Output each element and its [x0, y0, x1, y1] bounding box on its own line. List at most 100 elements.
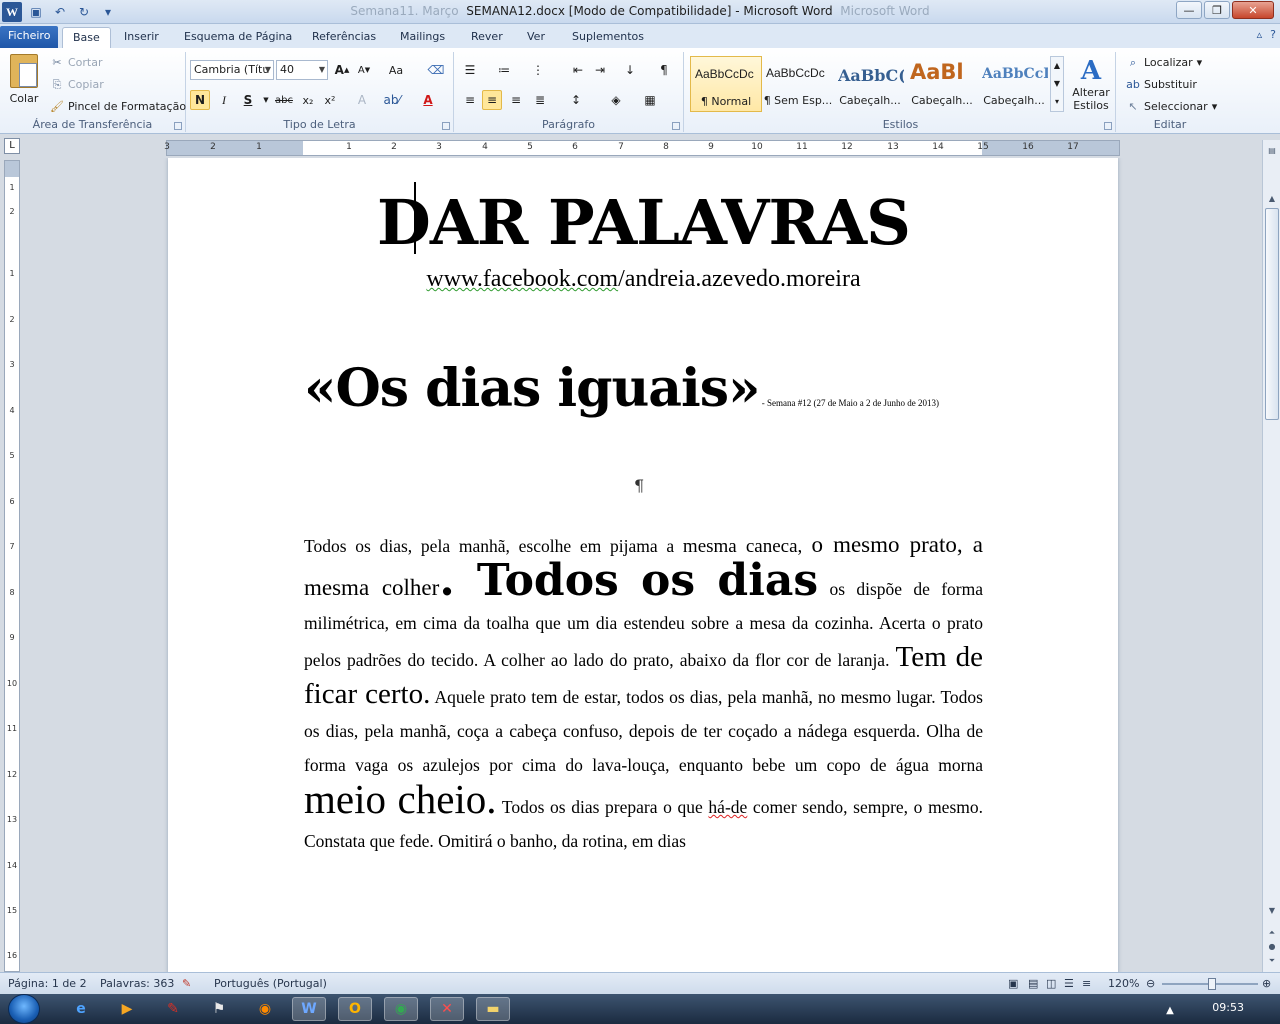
zoom-level[interactable]: 120% [1108, 973, 1139, 995]
acrobat-icon[interactable]: ⚑ [202, 997, 236, 1021]
style-heading-2[interactable]: AaBl Cabeçalh... [906, 56, 978, 112]
zoom-slider-knob[interactable] [1208, 978, 1216, 990]
cut-button[interactable]: ✂ Cortar [50, 54, 102, 72]
folder-taskbar-icon[interactable]: ▬ [476, 997, 510, 1021]
view-print-layout-icon[interactable]: ▣ [1008, 973, 1018, 995]
restore-button[interactable]: ❐ [1204, 1, 1230, 19]
multilevel-list-icon[interactable]: ⋮ [528, 60, 548, 80]
view-draft-icon[interactable]: ≡ [1082, 973, 1091, 995]
page[interactable]: DAR PALAVRAS www.facebook.com/andreia.az… [168, 158, 1118, 972]
minimize-button[interactable]: — [1176, 1, 1202, 19]
chapter-heading[interactable]: «Os dias iguais» - Semana #12 (27 de Mai… [304, 358, 983, 419]
style-normal[interactable]: AaBbCcDc ¶ Normal [690, 56, 762, 112]
vertical-scrollbar[interactable]: ▤ ▲ ▼ ⏶ ● ⏷ [1262, 140, 1280, 972]
style-heading-3[interactable]: AaBbCcI Cabeçalh... [978, 56, 1050, 112]
find-button[interactable]: ⌕ Localizar ▾ [1126, 54, 1202, 72]
highlight-icon[interactable]: ab⁄ [382, 90, 402, 110]
help-icon[interactable]: ? [1270, 28, 1276, 41]
scroll-thumb[interactable] [1265, 208, 1279, 420]
tab-file[interactable]: Ficheiro [0, 26, 59, 48]
italic-button[interactable]: I [214, 90, 234, 110]
sort-icon[interactable]: ↓ [620, 60, 640, 80]
tab-selector-icon[interactable]: L [4, 138, 20, 154]
show-hide-button[interactable]: ¶ [654, 60, 674, 80]
borders-icon[interactable]: ▦ [640, 90, 660, 110]
view-web-layout-icon[interactable]: ◫ [1046, 973, 1056, 995]
strikethrough-button[interactable]: abc [274, 90, 294, 110]
scroll-up-icon[interactable]: ▲ [1265, 192, 1279, 206]
document-url[interactable]: www.facebook.com/andreia.azevedo.moreira [304, 266, 983, 293]
style-heading-1[interactable]: AaBbC( Cabeçalh... [834, 56, 906, 112]
proofing-icon[interactable]: ✎ [182, 973, 191, 995]
horizontal-ruler[interactable]: 3 2 1 1 2 3 4 5 6 7 8 9 10 11 12 13 14 1… [164, 140, 1120, 156]
paste-icon[interactable] [10, 54, 38, 88]
font-color-button[interactable]: A [418, 90, 438, 110]
format-painter-button[interactable]: 🖌 Pincel de Formatação [50, 98, 186, 116]
select-button[interactable]: ↖ Seleccionar ▾ [1126, 98, 1217, 116]
tab-review[interactable]: Rever [461, 27, 513, 48]
view-full-screen-icon[interactable]: ▤ [1028, 973, 1038, 995]
font-size-select[interactable]: 40 ▼ [276, 60, 328, 80]
justify-icon[interactable]: ≣ [530, 90, 550, 110]
paragraph-launcher-icon[interactable] [672, 122, 680, 130]
change-styles-button[interactable]: A Alterar Estilos [1068, 56, 1114, 112]
bold-button[interactable]: N [190, 90, 210, 110]
tab-page-layout[interactable]: Esquema de Página [174, 27, 302, 48]
tab-references[interactable]: Referências [302, 27, 386, 48]
clock[interactable]: 09:53 [1212, 1001, 1244, 1014]
pdf-reader-icon[interactable]: ✎ [156, 997, 190, 1021]
word-taskbar-icon[interactable]: W [292, 997, 326, 1021]
numbering-icon[interactable]: ≔ [494, 60, 514, 80]
grow-font-button[interactable]: A ▲ [332, 60, 352, 80]
align-right-icon[interactable]: ≡ [506, 90, 526, 110]
styles-gallery-scroll[interactable]: ▲ ▼ ▾ [1050, 56, 1064, 112]
tab-insert[interactable]: Inserir [114, 27, 169, 48]
previous-page-icon[interactable]: ⏶ [1265, 926, 1279, 940]
underline-button[interactable]: S [238, 90, 258, 110]
line-spacing-icon[interactable]: ↕ [566, 90, 586, 110]
replace-button[interactable]: ab Substituir [1126, 76, 1197, 94]
subscript-button[interactable]: x₂ [298, 90, 318, 110]
superscript-button[interactable]: x² [320, 90, 340, 110]
vertical-ruler[interactable]: 1 2 1 2 3 4 5 6 7 8 9 10 11 12 13 14 15 … [4, 160, 20, 972]
view-ruler-icon[interactable]: ▤ [1265, 144, 1279, 158]
language[interactable]: Português (Portugal) [214, 973, 327, 995]
word-count[interactable]: Palavras: 363 [100, 973, 174, 995]
media-player-icon[interactable]: ▶ [110, 997, 144, 1021]
start-button[interactable] [8, 994, 40, 1024]
pdf-taskbar-icon[interactable]: ✕ [430, 997, 464, 1021]
firefox-icon[interactable]: ◉ [248, 997, 282, 1021]
align-center-icon[interactable]: ≡ [482, 90, 502, 110]
copy-button[interactable]: ⎘ Copiar [50, 76, 104, 94]
clipboard-launcher-icon[interactable] [174, 122, 182, 130]
page-count[interactable]: Página: 1 de 2 [8, 973, 87, 995]
font-family-select[interactable]: Cambria (Títu ▼ [190, 60, 274, 80]
view-outline-icon[interactable]: ☰ [1064, 973, 1074, 995]
outlook-taskbar-icon[interactable]: O [338, 997, 372, 1021]
tab-addins[interactable]: Suplementos [562, 27, 654, 48]
next-page-icon[interactable]: ⏷ [1265, 954, 1279, 968]
scroll-down-icon[interactable]: ▼ [1265, 904, 1279, 918]
zoom-out-icon[interactable]: ⊖ [1146, 973, 1155, 995]
increase-indent-icon[interactable]: ⇥ [590, 60, 610, 80]
bullets-icon[interactable]: ☰ [460, 60, 480, 80]
tab-mailings[interactable]: Mailings [390, 27, 455, 48]
style-no-spacing[interactable]: AaBbCcDc ¶ Sem Esp... [762, 56, 834, 112]
change-case-button[interactable]: Aa [386, 60, 406, 80]
browse-object-icon[interactable]: ● [1265, 940, 1279, 954]
underline-dropdown-icon[interactable]: ▼ [256, 90, 276, 110]
zoom-in-icon[interactable]: ⊕ [1262, 973, 1271, 995]
tab-view[interactable]: Ver [517, 27, 555, 48]
chrome-taskbar-icon[interactable]: ◉ [384, 997, 418, 1021]
shading-icon[interactable]: ◈ [606, 90, 626, 110]
show-tray-icon[interactable]: ▲ [1162, 998, 1178, 1022]
shrink-font-button[interactable]: A ▼ [354, 60, 374, 80]
collapse-ribbon-icon[interactable]: ▵ [1257, 28, 1263, 41]
align-left-icon[interactable]: ≡ [460, 90, 480, 110]
styles-launcher-icon[interactable] [1104, 122, 1112, 130]
font-launcher-icon[interactable] [442, 122, 450, 130]
document-heading[interactable]: DAR PALAVRAS [304, 186, 983, 259]
clear-formatting-icon[interactable]: ⌫ [426, 60, 446, 80]
internet-explorer-icon[interactable]: e [64, 997, 98, 1021]
paste-button[interactable]: Colar [4, 92, 44, 105]
